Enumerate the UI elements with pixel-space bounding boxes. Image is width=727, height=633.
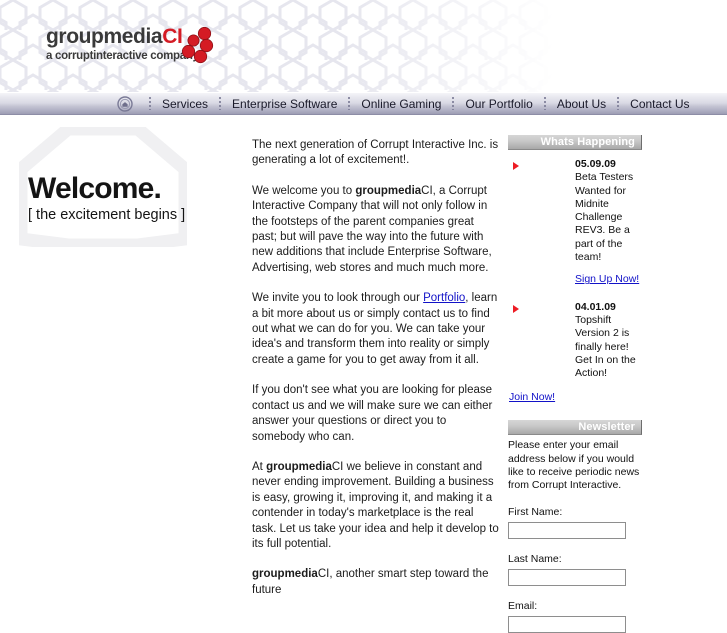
main-content: The next generation of Corrupt Interacti… bbox=[252, 138, 500, 613]
right-sidebar: Whats Happening 05.09.09 Beta Testers Wa… bbox=[508, 135, 648, 633]
portfolio-link[interactable]: Portfolio bbox=[423, 292, 465, 304]
nav-separator bbox=[617, 97, 620, 110]
first-name-label: First Name: bbox=[508, 506, 563, 519]
join-now-link[interactable]: Join Now! bbox=[509, 391, 648, 403]
email-label: Email: bbox=[508, 600, 538, 613]
newsletter-description: Please enter your email address below if… bbox=[508, 439, 640, 492]
news-copy: Topshift Version 2 is finally here! Get … bbox=[575, 313, 636, 380]
first-name-input[interactable] bbox=[508, 522, 626, 540]
bold-text: groupmedia bbox=[252, 568, 318, 581]
page-title: Welcome. bbox=[28, 172, 162, 205]
text-run: At bbox=[252, 460, 267, 473]
paragraph-3: We invite you to look through our Portfo… bbox=[252, 291, 500, 368]
news-item: 04.01.09 Topshift Version 2 is finally h… bbox=[508, 301, 648, 381]
nav-item-about-us[interactable]: About Us bbox=[557, 97, 606, 111]
text-run: The next generation of Corrupt Interacti… bbox=[252, 139, 499, 167]
site-header: groupmediaCI a corruptinteractive compan… bbox=[0, 0, 727, 92]
paragraph-6: groupmediaCI, another smart step toward … bbox=[252, 567, 500, 598]
news-signup-link[interactable]: Sign Up Now! bbox=[575, 273, 639, 286]
email-input[interactable] bbox=[508, 616, 626, 633]
news-item: 05.09.09 Beta Testers Wanted for Midnite… bbox=[508, 158, 648, 287]
red-arrow-icon bbox=[513, 304, 519, 313]
nav-home-button[interactable] bbox=[112, 92, 138, 115]
home-icon bbox=[117, 95, 133, 112]
page-subtitle: [ the excitement begins ] bbox=[28, 207, 186, 223]
logo-wordmark-accent: CI bbox=[162, 25, 183, 48]
page-body: Welcome. [ the excitement begins ] The n… bbox=[0, 115, 727, 633]
nav-item-online-gaming[interactable]: Online Gaming bbox=[361, 97, 441, 111]
news-copy: Beta Testers Wanted for Midnite Challeng… bbox=[575, 171, 634, 264]
logo-wordmark-primary: groupmedia bbox=[46, 25, 163, 48]
nav-separator bbox=[348, 97, 351, 110]
news-body: 05.09.09 Beta Testers Wanted for Midnite… bbox=[575, 158, 647, 287]
nav-item-services[interactable]: Services bbox=[162, 97, 208, 111]
whats-happening-header: Whats Happening bbox=[508, 135, 642, 150]
text-run: CI, a Corrupt Interactive Company that w… bbox=[252, 184, 492, 274]
paragraph-2: We welcome you to groupmediaCI, a Corrup… bbox=[252, 184, 500, 276]
newsletter-panel: Newsletter Please enter your email addre… bbox=[508, 420, 648, 633]
text-run: We invite you to look through our bbox=[252, 292, 424, 305]
nav-item-enterprise-software[interactable]: Enterprise Software bbox=[232, 97, 337, 111]
nav-separator bbox=[543, 97, 546, 110]
nav-separator bbox=[452, 97, 455, 110]
news-date: 05.09.09 bbox=[575, 158, 616, 170]
text-run: We welcome you to bbox=[252, 184, 356, 197]
nav-item-contact-us[interactable]: Contact Us bbox=[630, 97, 689, 111]
red-arrow-icon bbox=[513, 162, 519, 170]
bold-text: groupmedia bbox=[266, 460, 332, 473]
last-name-input[interactable] bbox=[508, 569, 626, 587]
logo-dots-icon bbox=[181, 26, 214, 65]
paragraph-5: At groupmediaCI we believe in constant a… bbox=[252, 460, 500, 552]
text-run: CI we believe in constant and never endi… bbox=[252, 460, 499, 550]
news-body: 04.01.09 Topshift Version 2 is finally h… bbox=[575, 301, 647, 381]
newsletter-header: Newsletter bbox=[508, 420, 642, 436]
nav-item-our-portfolio[interactable]: Our Portfolio bbox=[465, 97, 532, 111]
nav-separator bbox=[149, 97, 151, 110]
welcome-block: Welcome. [ the excitement begins ] bbox=[28, 173, 243, 224]
news-date: 04.01.09 bbox=[575, 300, 616, 313]
paragraph-4: If you don't see what you are looking fo… bbox=[252, 383, 500, 445]
last-name-label: Last Name: bbox=[508, 553, 562, 566]
left-column: Welcome. [ the excitement begins ] bbox=[0, 115, 248, 545]
main-navigation: Services Enterprise Software Online Gami… bbox=[0, 92, 727, 115]
text-run: If you don't see what you are looking fo… bbox=[252, 384, 493, 443]
nav-separator bbox=[219, 97, 222, 110]
bold-text: groupmedia bbox=[355, 184, 422, 197]
paragraph-1: The next generation of Corrupt Interacti… bbox=[252, 138, 500, 169]
